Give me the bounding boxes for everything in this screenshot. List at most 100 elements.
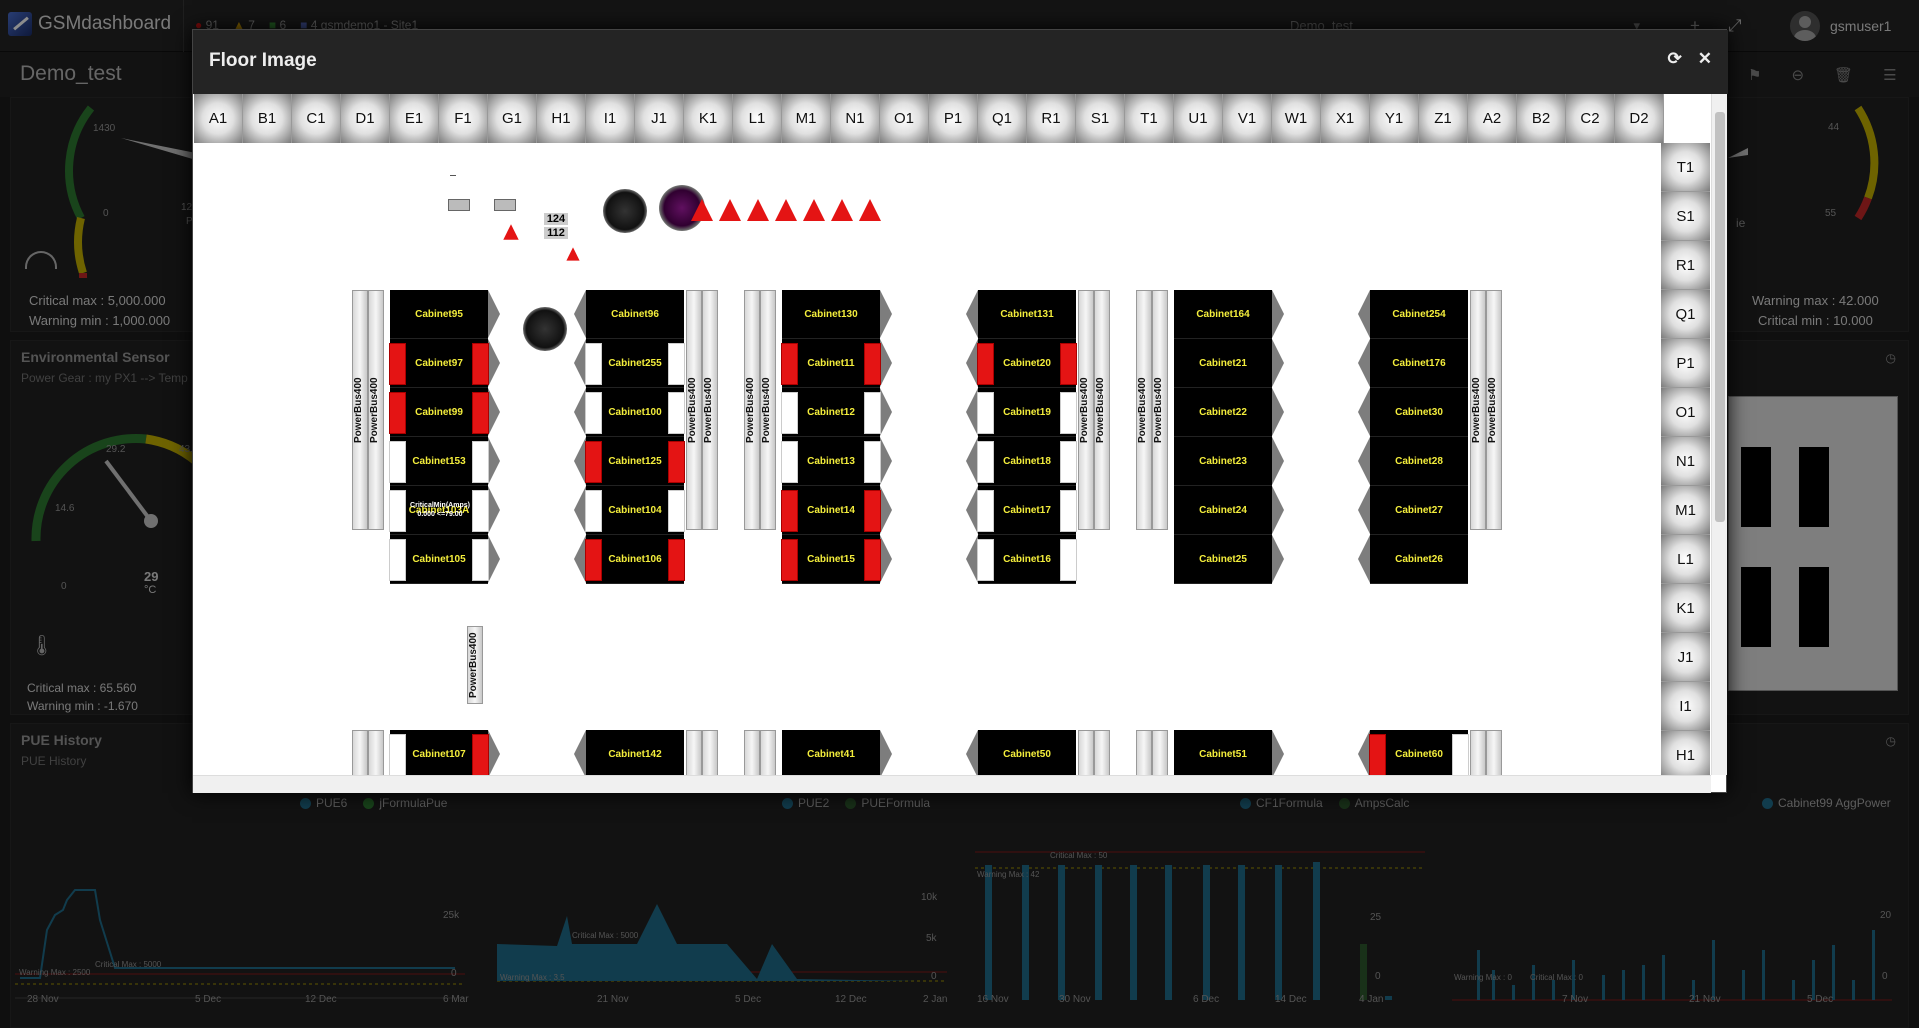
cabinet[interactable]: Cabinet24 bbox=[1174, 486, 1272, 535]
sensor-tag[interactable] bbox=[585, 343, 602, 385]
column-header-t1[interactable]: T1 bbox=[1125, 94, 1174, 143]
power-bus[interactable] bbox=[1136, 730, 1152, 775]
sensor-tag[interactable] bbox=[864, 392, 881, 434]
row-header-m1[interactable]: M1 bbox=[1661, 486, 1710, 535]
row-header-q1[interactable]: Q1 bbox=[1661, 290, 1710, 339]
sensor-tag[interactable] bbox=[977, 539, 994, 581]
column-header-d1[interactable]: D1 bbox=[341, 94, 390, 143]
column-header-f1[interactable]: F1 bbox=[439, 94, 488, 143]
column-header-n1[interactable]: N1 bbox=[831, 94, 880, 143]
alarm-icon[interactable] bbox=[775, 199, 797, 221]
sensor-tag[interactable] bbox=[389, 539, 406, 581]
power-bus[interactable] bbox=[1486, 730, 1502, 775]
cabinet[interactable]: Cabinet130 bbox=[782, 290, 880, 339]
sensor-tag[interactable] bbox=[781, 441, 798, 483]
sensor-tag[interactable] bbox=[389, 441, 406, 483]
sensor-tag[interactable] bbox=[668, 441, 685, 483]
cabinet[interactable]: Cabinet21 bbox=[1174, 339, 1272, 388]
sensor-tag[interactable] bbox=[472, 343, 489, 385]
sensor-tag[interactable] bbox=[389, 490, 406, 532]
alarm-icon[interactable] bbox=[859, 199, 881, 221]
column-header-k1[interactable]: K1 bbox=[684, 94, 733, 143]
cabinet[interactable]: Cabinet30 bbox=[1370, 388, 1468, 437]
sensor-tag[interactable] bbox=[864, 539, 881, 581]
sensor-tag[interactable] bbox=[1369, 734, 1386, 775]
row-header-k1[interactable]: K1 bbox=[1661, 584, 1710, 633]
power-bus[interactable] bbox=[352, 730, 368, 775]
power-bus[interactable] bbox=[744, 730, 760, 775]
horizontal-scrollbar[interactable] bbox=[193, 775, 1711, 793]
cabinet[interactable]: Cabinet254 bbox=[1370, 290, 1468, 339]
power-bus[interactable] bbox=[1470, 730, 1486, 775]
cabinet[interactable]: Cabinet25 bbox=[1174, 535, 1272, 584]
sensor-tag[interactable] bbox=[977, 392, 994, 434]
sensor-tag[interactable] bbox=[1060, 539, 1077, 581]
power-bus[interactable] bbox=[702, 730, 718, 775]
sensor-tag[interactable] bbox=[1060, 343, 1077, 385]
column-header-i1[interactable]: I1 bbox=[586, 94, 635, 143]
sensor-tag[interactable] bbox=[781, 343, 798, 385]
vertical-scrollbar[interactable] bbox=[1711, 94, 1727, 775]
column-header-a2[interactable]: A2 bbox=[1468, 94, 1517, 143]
sensor-tag[interactable] bbox=[585, 441, 602, 483]
cabinet[interactable]: Cabinet142 bbox=[586, 730, 684, 775]
small-device[interactable] bbox=[448, 199, 470, 211]
sensor-tag[interactable] bbox=[1452, 734, 1469, 775]
column-header-l1[interactable]: L1 bbox=[733, 94, 782, 143]
cabinet[interactable]: Cabinet50 bbox=[978, 730, 1076, 775]
alarm-icon[interactable] bbox=[831, 199, 853, 221]
alarm-icon[interactable] bbox=[747, 199, 769, 221]
sensor-tag[interactable] bbox=[585, 539, 602, 581]
sensor-tag[interactable] bbox=[668, 392, 685, 434]
cabinet[interactable]: Cabinet51 bbox=[1174, 730, 1272, 775]
column-header-q1[interactable]: Q1 bbox=[978, 94, 1027, 143]
cabinet[interactable]: Cabinet164 bbox=[1174, 290, 1272, 339]
column-header-a1[interactable]: A1 bbox=[194, 94, 243, 143]
scrollbar-thumb[interactable] bbox=[1715, 112, 1725, 522]
column-header-g1[interactable]: G1 bbox=[488, 94, 537, 143]
alarm-icon[interactable] bbox=[719, 199, 741, 221]
column-header-r1[interactable]: R1 bbox=[1027, 94, 1076, 143]
column-header-o1[interactable]: O1 bbox=[880, 94, 929, 143]
refresh-icon[interactable]: ⟳ bbox=[1668, 49, 1682, 69]
sensor-tag[interactable] bbox=[977, 441, 994, 483]
sensor-tag[interactable] bbox=[977, 343, 994, 385]
sensor-tag[interactable] bbox=[864, 490, 881, 532]
meter-gauge[interactable] bbox=[603, 189, 647, 233]
row-header-r1[interactable]: R1 bbox=[1661, 241, 1710, 290]
power-bus[interactable] bbox=[686, 730, 702, 775]
row-header-s1[interactable]: S1 bbox=[1661, 192, 1710, 241]
cabinet[interactable]: Cabinet96 bbox=[586, 290, 684, 339]
cabinet[interactable]: Cabinet95 bbox=[390, 290, 488, 339]
sensor-tag[interactable] bbox=[977, 490, 994, 532]
power-bus[interactable] bbox=[760, 730, 776, 775]
close-icon[interactable]: ✕ bbox=[1698, 49, 1712, 69]
sensor-tag[interactable] bbox=[389, 734, 406, 775]
power-bus[interactable] bbox=[1078, 730, 1094, 775]
sensor-tag[interactable] bbox=[781, 392, 798, 434]
floor-canvas[interactable]: 124 112 PowerBus400 PowerBus400 Cabinet95 C… bbox=[194, 143, 1661, 775]
row-header-l1[interactable]: L1 bbox=[1661, 535, 1710, 584]
cabinet[interactable]: Cabinet41 bbox=[782, 730, 880, 775]
column-header-u1[interactable]: U1 bbox=[1174, 94, 1223, 143]
sensor-tag[interactable] bbox=[585, 392, 602, 434]
column-header-h1[interactable]: H1 bbox=[537, 94, 586, 143]
sensor-tag[interactable] bbox=[1060, 441, 1077, 483]
column-header-w1[interactable]: W1 bbox=[1272, 94, 1321, 143]
sensor-tag[interactable] bbox=[668, 490, 685, 532]
meter-gauge[interactable] bbox=[523, 307, 567, 351]
column-header-c2[interactable]: C2 bbox=[1566, 94, 1615, 143]
column-header-v1[interactable]: V1 bbox=[1223, 94, 1272, 143]
sensor-tag[interactable] bbox=[472, 539, 489, 581]
power-bus[interactable] bbox=[1152, 730, 1168, 775]
alarm-icon[interactable] bbox=[691, 199, 713, 221]
alarm-icon[interactable] bbox=[503, 224, 519, 240]
sensor-tag[interactable] bbox=[668, 343, 685, 385]
sensor-tag[interactable] bbox=[864, 441, 881, 483]
power-bus[interactable] bbox=[1094, 730, 1110, 775]
cabinet[interactable]: Cabinet176 bbox=[1370, 339, 1468, 388]
sensor-tag[interactable] bbox=[472, 734, 489, 775]
column-header-y1[interactable]: Y1 bbox=[1370, 94, 1419, 143]
column-header-j1[interactable]: J1 bbox=[635, 94, 684, 143]
cabinet[interactable]: Cabinet131 bbox=[978, 290, 1076, 339]
